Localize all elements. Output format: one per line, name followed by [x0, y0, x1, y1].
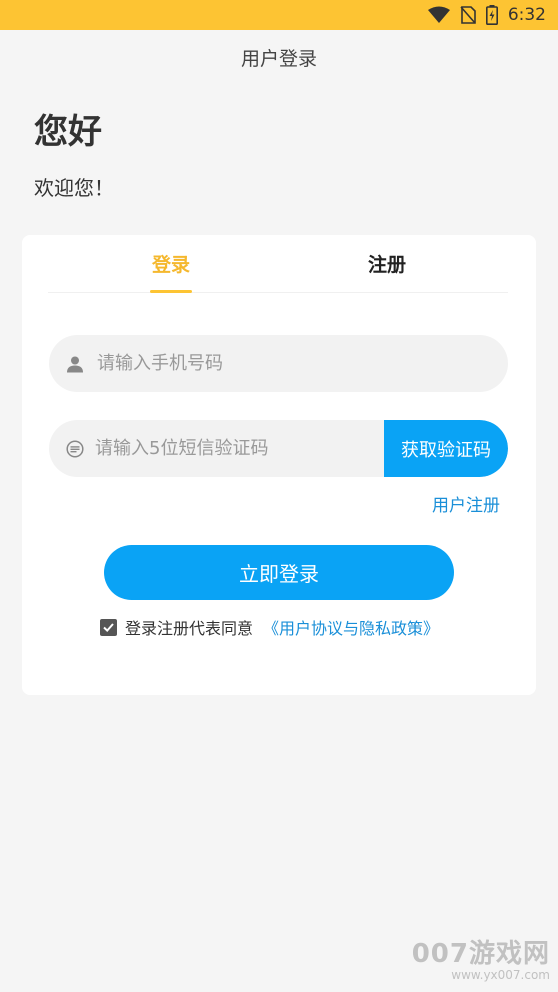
- tab-login[interactable]: 登录: [150, 250, 192, 294]
- page-title: 用户登录: [240, 48, 317, 70]
- status-bar: 6:32: [0, 0, 558, 30]
- agree-checkbox[interactable]: [100, 618, 117, 636]
- agree-text: 登录注册代表同意: [125, 619, 254, 638]
- watermark-url: www.yx007.com: [451, 968, 550, 982]
- sms-code-input[interactable]: [95, 420, 375, 477]
- tab-divider: [48, 292, 508, 293]
- watermark: 007游戏网 www.yx007.com: [412, 933, 550, 982]
- greeting-title: 您好: [34, 112, 102, 152]
- active-tab-indicator: [150, 290, 192, 293]
- code-input-row[interactable]: 获取验证码: [49, 420, 508, 477]
- wifi-icon: [427, 6, 450, 24]
- user-register-link[interactable]: 用户注册: [432, 491, 500, 516]
- watermark-main: 007游戏网: [411, 939, 550, 969]
- phone-input-row[interactable]: [49, 335, 508, 392]
- no-sim-icon: [460, 6, 476, 24]
- welcome-text: 欢迎您！: [34, 176, 114, 200]
- sms-icon: [65, 439, 85, 459]
- battery-charging-icon: [485, 5, 498, 25]
- login-card: 登录 注册 获取验证码 用户注册 立即登录 登录注册代表同意 《用户协议与隐私政…: [22, 235, 536, 695]
- status-time: 6:32: [507, 5, 546, 25]
- get-code-button[interactable]: 获取验证码: [384, 420, 508, 477]
- login-button[interactable]: 立即登录: [104, 545, 454, 600]
- agreement-row: 登录注册代表同意 《用户协议与隐私政策》: [100, 615, 439, 639]
- phone-input[interactable]: [97, 335, 477, 392]
- tab-register[interactable]: 注册: [366, 250, 408, 294]
- user-icon: [65, 354, 85, 374]
- policy-link[interactable]: 《用户协议与隐私政策》: [263, 615, 439, 639]
